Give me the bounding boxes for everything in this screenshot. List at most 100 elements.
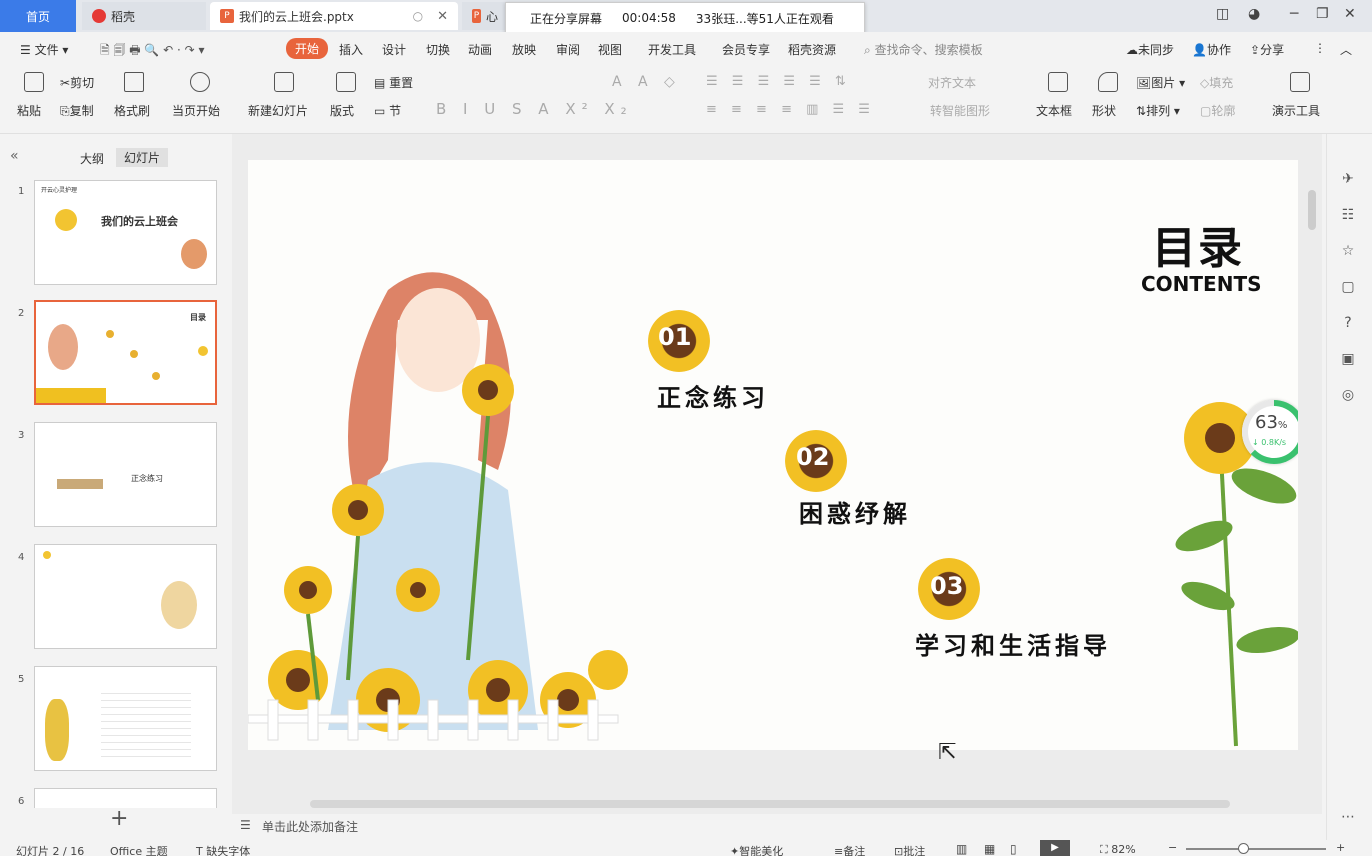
smart-beautify-button[interactable]: ✦智能美化: [730, 843, 783, 856]
vertical-scrollbar[interactable]: [1308, 190, 1316, 230]
play-from-current-button[interactable]: 当页开始: [172, 102, 220, 119]
shape-icon[interactable]: [1098, 72, 1118, 92]
collapse-panel-icon[interactable]: «: [10, 148, 19, 164]
image-edit-icon[interactable]: ▣: [1339, 350, 1357, 368]
tab-document-2[interactable]: P心: [462, 2, 508, 30]
add-slide-icon[interactable]: +: [110, 806, 128, 831]
slide-thumbnail-5[interactable]: [34, 666, 217, 771]
comment-icon[interactable]: ▢: [1339, 278, 1357, 296]
format-painter-button[interactable]: 格式刷: [114, 102, 150, 119]
zoom-level[interactable]: ⛶ 82%: [1100, 843, 1136, 856]
item-label-3[interactable]: 学习和生活指导: [915, 626, 1111, 661]
paste-button[interactable]: 粘贴: [17, 102, 41, 119]
zoom-slider-track[interactable]: [1186, 848, 1326, 850]
command-search[interactable]: ⌕ 查找命令、搜索模板: [864, 41, 983, 58]
theme-name[interactable]: Office 主题: [110, 843, 168, 856]
slide-thumbnail-2[interactable]: 目录: [34, 300, 217, 405]
close-tab-icon[interactable]: ✕: [437, 9, 448, 24]
rocket-icon[interactable]: ✈: [1339, 170, 1357, 188]
item-number-1[interactable]: 01: [658, 323, 691, 351]
slide-title[interactable]: 目录: [1152, 212, 1244, 276]
item-label-2[interactable]: 困惑纾解: [799, 494, 911, 529]
restore-icon[interactable]: ❐: [1316, 6, 1329, 22]
location-icon[interactable]: ◎: [1339, 386, 1357, 404]
layout-icon[interactable]: ◫: [1216, 6, 1229, 22]
tab-slideshow[interactable]: 放映: [512, 41, 536, 58]
align-buttons[interactable]: ≡ ≡ ≡ ≡ ▥ ☰ ☰: [706, 102, 875, 117]
tab-daoke[interactable]: 稻壳: [82, 2, 206, 30]
paste-icon[interactable]: [24, 72, 44, 92]
slide-thumbnail-6[interactable]: [34, 788, 217, 808]
zoom-slider-handle[interactable]: [1238, 843, 1249, 854]
current-slide[interactable]: 目录 CONTENTS 01 正念练习 02 困惑纾解 03 学习和生活指导 6…: [248, 160, 1298, 750]
arrange-button[interactable]: ⇅排列 ▾: [1136, 102, 1180, 119]
more-icon[interactable]: ⋮: [1314, 41, 1326, 55]
share-button[interactable]: ⇪分享: [1250, 41, 1284, 58]
tab-insert[interactable]: 插入: [339, 41, 363, 58]
reset-button[interactable]: ▤ 重置: [374, 74, 413, 91]
quick-access-icons[interactable]: 🗎 🗐 🖶 🔍 ↶ · ↷ ▾: [100, 41, 205, 62]
collab-button[interactable]: 👤协作: [1192, 41, 1231, 58]
tab-transition[interactable]: 切换: [426, 41, 450, 58]
fill-button[interactable]: ◇填充: [1200, 74, 1233, 91]
minimize-icon[interactable]: ─: [1290, 6, 1298, 22]
font-size-buttons[interactable]: A A ◇: [612, 74, 681, 90]
notes-toggle-button[interactable]: ≡备注: [834, 843, 865, 856]
grid-view-icon[interactable]: ▦: [984, 842, 995, 856]
play-icon[interactable]: [190, 72, 210, 92]
tab-document[interactable]: P 我们的云上班会.pptx ○ ✕: [210, 2, 458, 30]
format-painter-icon[interactable]: [124, 72, 144, 92]
collapse-ribbon-icon[interactable]: ︿: [1340, 41, 1352, 58]
close-window-icon[interactable]: ✕: [1344, 6, 1356, 22]
layout-icon-ribbon[interactable]: [336, 72, 356, 92]
file-menu[interactable]: ☰ 文件 ▾: [20, 41, 68, 58]
comments-button[interactable]: ⊡批注: [894, 843, 925, 856]
star-icon[interactable]: ☆: [1339, 242, 1357, 260]
notes-placeholder[interactable]: 单击此处添加备注: [262, 818, 358, 835]
tab-developer[interactable]: 开发工具: [648, 41, 696, 58]
item-number-2[interactable]: 02: [796, 443, 829, 471]
smart-art-button[interactable]: 转智能图形: [930, 102, 990, 119]
zoom-in-icon[interactable]: +: [1336, 841, 1345, 854]
network-speed-widget[interactable]: 63% ↓ 0.8K/s: [1242, 400, 1298, 464]
slide-thumbnail-1[interactable]: 开云心灵护理 我们的云上班会: [34, 180, 217, 285]
list-buttons[interactable]: ☰ ☰ ☰ ☰ ☰ ⇅: [706, 74, 851, 89]
more-options-icon[interactable]: ⋯: [1339, 808, 1357, 826]
section-button[interactable]: ▭ 节: [374, 102, 401, 119]
sliders-icon[interactable]: ☷: [1339, 206, 1357, 224]
layout-button[interactable]: 版式: [330, 102, 354, 119]
new-slide-icon[interactable]: [274, 72, 294, 92]
tab-view[interactable]: 视图: [598, 41, 622, 58]
missing-fonts-button[interactable]: T 缺失字体: [196, 843, 250, 856]
tab-design[interactable]: 设计: [382, 41, 406, 58]
font-format-buttons[interactable]: B I U S A X² X₂: [436, 100, 633, 118]
slide-thumbnail-4[interactable]: [34, 544, 217, 649]
outline-button[interactable]: ▢轮廓: [1200, 102, 1235, 119]
textbox-icon[interactable]: [1048, 72, 1068, 92]
presentation-tools-button[interactable]: 演示工具: [1272, 102, 1320, 119]
play-slideshow-button[interactable]: ▶: [1040, 840, 1070, 856]
slide-subtitle[interactable]: CONTENTS: [1141, 272, 1262, 296]
tab-animation[interactable]: 动画: [468, 41, 492, 58]
item-number-3[interactable]: 03: [930, 572, 963, 600]
tab-review[interactable]: 审阅: [556, 41, 580, 58]
copy-button[interactable]: ⎘复制: [60, 102, 94, 119]
presentation-tools-icon[interactable]: [1290, 72, 1310, 92]
sync-button[interactable]: ☁未同步: [1126, 41, 1174, 58]
textbox-button[interactable]: 文本框: [1036, 102, 1072, 119]
slide-thumbnail-3[interactable]: 正念练习: [34, 422, 217, 527]
item-label-1[interactable]: 正念练习: [657, 378, 769, 413]
outline-tab[interactable]: 大纲: [80, 150, 104, 167]
avatar-icon[interactable]: ◕: [1248, 6, 1260, 22]
slides-tab[interactable]: 幻灯片: [116, 148, 169, 167]
new-slide-button[interactable]: 新建幻灯片: [248, 102, 308, 119]
horizontal-scrollbar[interactable]: [310, 800, 1230, 808]
align-text-button[interactable]: 对齐文本: [928, 74, 976, 91]
tab-home[interactable]: 首页: [0, 0, 76, 32]
tab-start[interactable]: 开始: [286, 38, 329, 59]
zoom-out-icon[interactable]: −: [1168, 841, 1177, 854]
shape-button[interactable]: 形状: [1092, 102, 1116, 119]
picture-button[interactable]: 🖼图片 ▾: [1136, 74, 1185, 91]
tab-daoke-resources[interactable]: 稻壳资源: [788, 41, 836, 58]
tab-member[interactable]: 会员专享: [722, 41, 770, 58]
